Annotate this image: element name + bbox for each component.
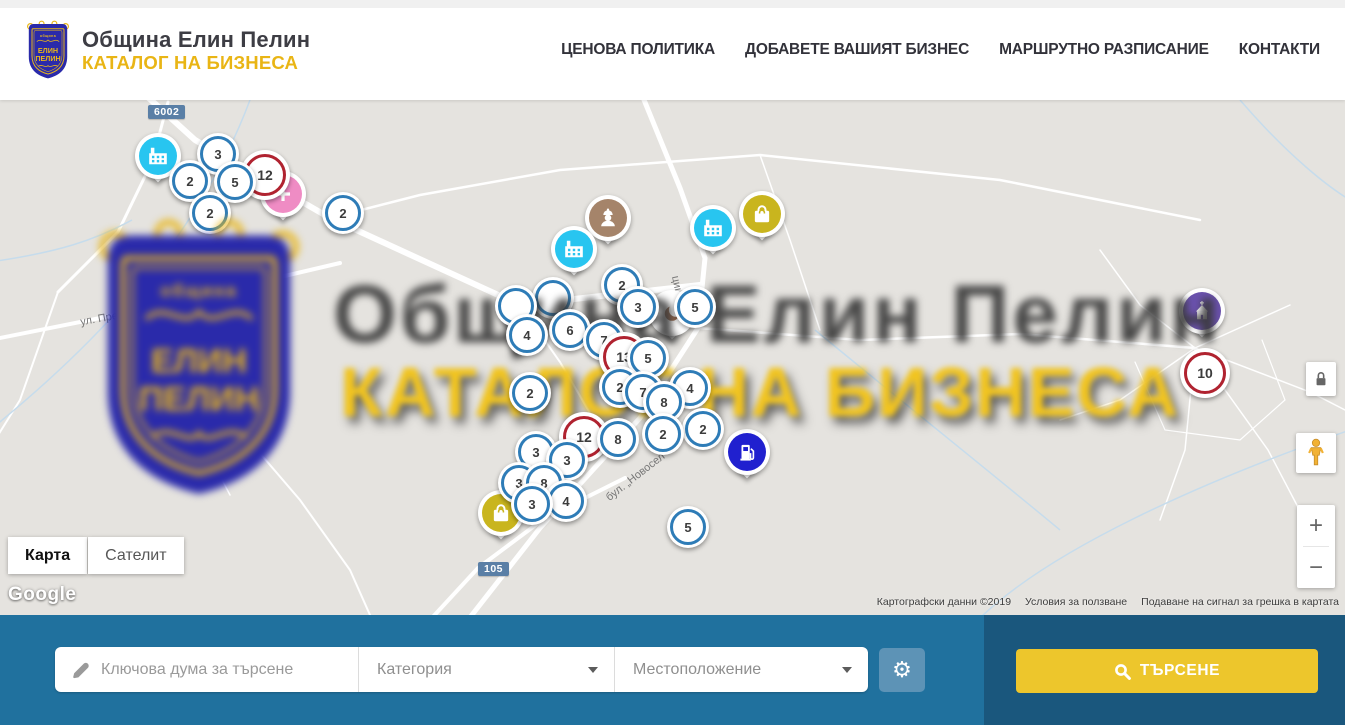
pin-bubble bbox=[724, 429, 770, 475]
cluster-count: 5 bbox=[217, 164, 253, 200]
location-select[interactable]: Местоположение bbox=[614, 647, 868, 692]
search-bar-right-panel: ТЪРСЕНЕ bbox=[984, 615, 1345, 725]
pegman-button[interactable] bbox=[1296, 433, 1336, 473]
cluster-count: 2 bbox=[192, 195, 228, 231]
cluster-marker[interactable]: 10 bbox=[1180, 348, 1230, 398]
logo-subtitle: КАТАЛОГ НА БИЗНЕСА bbox=[82, 53, 310, 72]
cluster-count: 5 bbox=[677, 289, 713, 325]
svg-text:община: община bbox=[40, 34, 57, 38]
search-button-label: ТЪРСЕНЕ bbox=[1140, 662, 1220, 680]
factory-pin[interactable] bbox=[690, 205, 736, 265]
map-type-map-button[interactable]: Карта bbox=[8, 537, 87, 574]
cluster-marker[interactable]: 2 bbox=[189, 192, 231, 234]
road-badge: 105 bbox=[478, 562, 509, 576]
cluster-marker[interactable]: 3 bbox=[617, 286, 659, 328]
category-select-value: Категория bbox=[359, 661, 452, 679]
cluster-marker[interactable]: 5 bbox=[667, 506, 709, 548]
cluster-count: 2 bbox=[325, 195, 361, 231]
cluster-count: 3 bbox=[620, 289, 656, 325]
cluster-marker[interactable]: 3 bbox=[511, 483, 553, 525]
map-canvas[interactable]: община ЕЛИН ПЕЛИН Община Елин Пелин КАТА… bbox=[0, 100, 1345, 615]
top-strip bbox=[0, 0, 1345, 8]
google-logo[interactable]: Google bbox=[8, 584, 76, 606]
map-type-control: Карта Сателит bbox=[8, 537, 184, 574]
bag-pin[interactable] bbox=[739, 191, 785, 251]
main-nav: ЦЕНОВА ПОЛИТИКА ДОБАВЕТЕ ВАШИЯТ БИЗНЕС М… bbox=[561, 41, 1345, 59]
logo-text: Община Елин Пелин КАТАЛОГ НА БИЗНЕСА bbox=[82, 28, 310, 73]
cluster-marker[interactable]: 2 bbox=[682, 408, 724, 450]
pin-bubble bbox=[1179, 288, 1225, 334]
cluster-count: 2 bbox=[685, 411, 721, 447]
cluster-count: 2 bbox=[512, 375, 548, 411]
header: община ЕЛИН ПЕЛИН Община Елин Пелин КАТА… bbox=[0, 0, 1345, 100]
zoom-control: + − bbox=[1297, 505, 1335, 588]
gear-icon: ⚙ bbox=[892, 657, 912, 683]
attribution-report-link[interactable]: Подаване на сигнал за грешка в картата bbox=[1141, 596, 1339, 608]
search-bar: ТЪРСЕНЕ Категория Местоположение ⚙ bbox=[0, 615, 1345, 725]
search-button[interactable]: ТЪРСЕНЕ bbox=[1016, 649, 1318, 693]
road-badge: 6002 bbox=[148, 105, 185, 119]
logo-title: Община Елин Пелин bbox=[82, 28, 310, 51]
cluster-marker[interactable]: 2 bbox=[509, 372, 551, 414]
lock-button[interactable] bbox=[1306, 362, 1336, 396]
cluster-count: 10 bbox=[1184, 352, 1226, 394]
bag-icon bbox=[743, 195, 781, 233]
category-select[interactable]: Категория bbox=[358, 647, 614, 692]
lock-icon bbox=[1313, 370, 1329, 388]
location-select-value: Местоположение bbox=[615, 661, 761, 679]
cluster-count: 4 bbox=[509, 317, 545, 353]
pegman-icon bbox=[1305, 438, 1327, 468]
chevron-down-icon bbox=[842, 667, 852, 673]
pin-bubble bbox=[551, 226, 597, 272]
site-logo[interactable]: община ЕЛИН ПЕЛИН Община Елин Пелин КАТА… bbox=[24, 19, 310, 81]
pencil-icon bbox=[71, 660, 90, 679]
cluster-count: 4 bbox=[548, 483, 584, 519]
cluster-marker[interactable]: 2 bbox=[322, 192, 364, 234]
nav-bus-schedule[interactable]: МАРШРУТНО РАЗПИСАНИЕ bbox=[999, 41, 1209, 59]
cluster-count: 2 bbox=[645, 416, 681, 452]
cluster-marker[interactable]: 5 bbox=[674, 286, 716, 328]
attribution-terms-link[interactable]: Условия за ползване bbox=[1025, 596, 1127, 608]
cluster-count: 5 bbox=[670, 509, 706, 545]
zoom-out-button[interactable]: − bbox=[1297, 547, 1335, 588]
page: община ЕЛИН ПЕЛИН Община Елин Пелин КАТА… bbox=[0, 0, 1345, 725]
fuel-pin[interactable] bbox=[724, 429, 770, 489]
fuel-icon bbox=[728, 433, 766, 471]
keyword-input[interactable] bbox=[55, 646, 358, 693]
pin-bubble bbox=[739, 191, 785, 237]
map-type-satellite-button[interactable]: Сателит bbox=[88, 537, 183, 574]
keyword-section bbox=[55, 647, 358, 692]
svg-text:ПЕЛИН: ПЕЛИН bbox=[35, 54, 60, 63]
map-attribution: Картографски данни ©2019 Условия за полз… bbox=[877, 596, 1339, 608]
cluster-marker[interactable]: 8 bbox=[597, 418, 639, 460]
church-icon bbox=[1183, 292, 1221, 330]
factory-icon bbox=[555, 230, 593, 268]
factory-icon bbox=[694, 209, 732, 247]
nav-add-business[interactable]: ДОБАВЕТЕ ВАШИЯТ БИЗНЕС bbox=[745, 41, 969, 59]
zoom-in-button[interactable]: + bbox=[1297, 505, 1335, 546]
nav-contacts[interactable]: КОНТАКТИ bbox=[1239, 41, 1320, 59]
chevron-down-icon bbox=[588, 667, 598, 673]
cluster-count: 3 bbox=[514, 486, 550, 522]
search-fields: Категория Местоположение bbox=[55, 647, 868, 692]
advanced-search-button[interactable]: ⚙ bbox=[879, 648, 925, 692]
municipality-emblem-icon: община ЕЛИН ПЕЛИН bbox=[24, 19, 72, 81]
nav-pricing[interactable]: ЦЕНОВА ПОЛИТИКА bbox=[561, 41, 715, 59]
cluster-marker[interactable]: 4 bbox=[506, 314, 548, 356]
cluster-count: 5 bbox=[630, 340, 666, 376]
search-icon bbox=[1114, 663, 1131, 680]
cluster-marker[interactable]: 2 bbox=[642, 413, 684, 455]
attribution-copyright: Картографски данни ©2019 bbox=[877, 596, 1011, 608]
cluster-count: 8 bbox=[600, 421, 636, 457]
church-pin[interactable] bbox=[1179, 288, 1225, 348]
pin-bubble bbox=[690, 205, 736, 251]
